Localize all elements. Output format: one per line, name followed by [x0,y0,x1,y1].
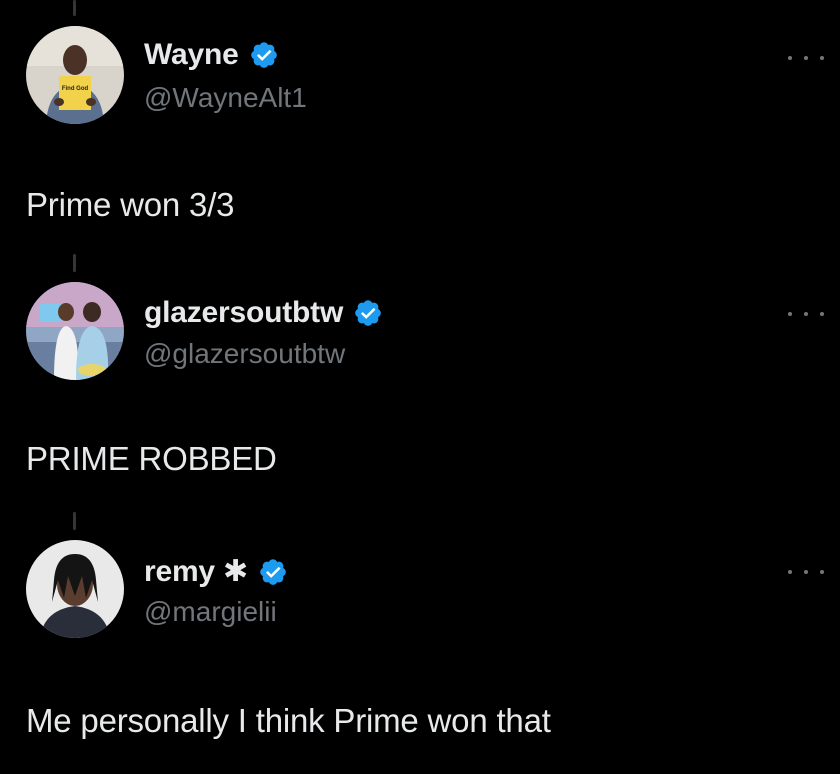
tweet-text: Prime won 3/3 [26,186,235,223]
more-options-button[interactable] [788,48,824,68]
verified-badge-icon [353,298,383,328]
tweet[interactable]: glazersoutbtw @glazersoutbtw PRIME ROBBE… [0,258,840,508]
more-horizontal-icon [788,312,792,316]
more-options-button[interactable] [788,562,824,582]
more-horizontal-icon [788,56,792,60]
display-name[interactable]: remy ✱ [144,554,248,589]
more-options-button[interactable] [788,304,824,324]
avatar[interactable]: Find God [26,26,124,124]
author-name-row[interactable]: remy ✱ [144,554,288,589]
display-name[interactable]: Wayne [144,38,239,72]
handle[interactable]: @margielii [144,596,277,628]
avatar-glazersoutbtw-icon [26,282,124,380]
more-dot [804,570,808,574]
handle[interactable]: @WayneAlt1 [144,82,307,114]
more-dot [804,56,808,60]
avatar[interactable] [26,540,124,638]
more-dot [820,312,824,316]
avatar-remy-icon [26,540,124,638]
author-name-row[interactable]: glazersoutbtw [144,296,383,330]
author-name-row[interactable]: Wayne [144,38,279,72]
more-horizontal-icon [788,570,792,574]
avatar-sign-text: Find God [62,86,89,92]
tweet[interactable]: Find God Wayne @WayneAlt1 Prime won 3/3 [0,0,840,250]
tweet-text: PRIME ROBBED [26,440,277,477]
more-dot [804,312,808,316]
verified-badge-icon [258,557,288,587]
handle[interactable]: @glazersoutbtw [144,338,345,370]
avatar-wayne-icon: Find God [26,26,124,124]
tweet[interactable]: remy ✱ @margielii Me personally I think … [0,516,840,774]
more-dot [820,56,824,60]
tweet-text: Me personally I think Prime won that [26,702,551,739]
verified-badge-icon [249,40,279,70]
avatar[interactable] [26,282,124,380]
more-dot [820,570,824,574]
display-name[interactable]: glazersoutbtw [144,296,343,330]
